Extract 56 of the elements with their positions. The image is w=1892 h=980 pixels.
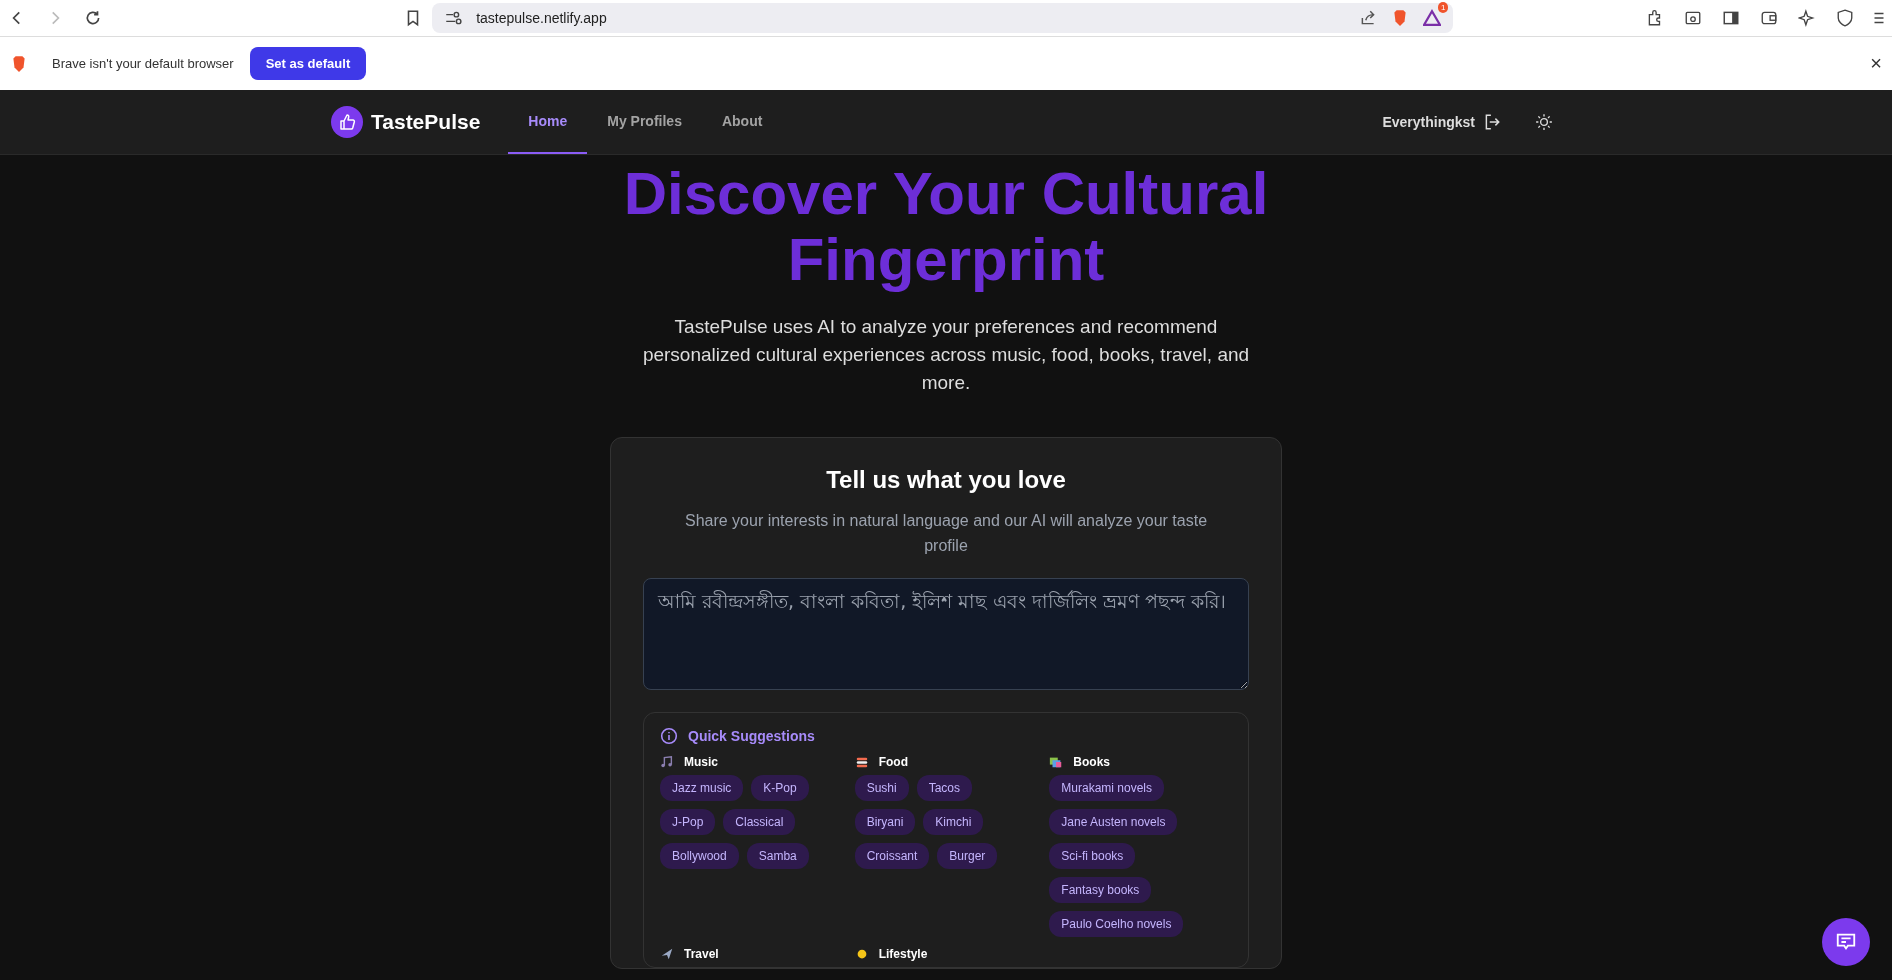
url-text: tastepulse.netlify.app	[476, 10, 607, 26]
suggestion-chip[interactable]: Sci-fi books	[1049, 843, 1136, 869]
category-title: Lifestyle	[878, 947, 928, 961]
user-name[interactable]: Everythingkst	[1382, 114, 1475, 130]
suggestions-title: Quick Suggestions	[688, 728, 815, 744]
category-title: Music	[684, 755, 718, 769]
suggestion-chip[interactable]: J-Pop	[660, 809, 716, 835]
chat-button[interactable]	[1822, 918, 1870, 966]
category-title: Books	[1073, 755, 1110, 769]
suggestion-chip[interactable]: Biryani	[854, 809, 916, 835]
sun-icon[interactable]	[1535, 113, 1553, 131]
card-title: Tell us what you love	[826, 466, 1066, 494]
thumbs-up-logo-icon[interactable]	[331, 106, 363, 138]
wallet-icon[interactable]	[1760, 9, 1778, 27]
suggestion-chip[interactable]: Bollywood	[660, 843, 739, 869]
suggestion-chip[interactable]: Sushi	[854, 775, 909, 801]
nav-link[interactable]: Home	[508, 90, 588, 154]
sparkle-icon[interactable]	[1798, 9, 1816, 27]
brand-name[interactable]: TastePulse	[371, 110, 481, 134]
window-search-icon[interactable]	[1684, 9, 1702, 27]
suggestion-chip[interactable]: K-Pop	[751, 775, 809, 801]
nav-link[interactable]: My Profiles	[587, 90, 702, 154]
suggestion-chip[interactable]: Kimchi	[923, 809, 984, 835]
logout-icon[interactable]	[1483, 113, 1501, 131]
site-settings-icon[interactable]	[444, 9, 463, 27]
hero-subtitle: TastePulse uses AI to analyze your preferences and recommend personalized cultural experiences across music, food, books, travel, and more.	[641, 315, 1251, 395]
notification-badge: 1	[1438, 2, 1449, 13]
suggestion-chip[interactable]: Jane Austen novels	[1049, 809, 1178, 835]
sidebar-icon[interactable]	[1722, 9, 1740, 27]
music-note-icon	[660, 755, 674, 769]
suggestion-chip[interactable]: Burger	[937, 843, 998, 869]
nav-link[interactable]: About	[701, 90, 783, 154]
suggestion-chip[interactable]: Murakami novels	[1049, 775, 1165, 801]
sushi-icon	[854, 755, 869, 769]
category-title: Food	[878, 755, 908, 769]
close-button[interactable]: ×	[1870, 52, 1882, 75]
suggestion-chip[interactable]: Samba	[746, 843, 809, 869]
suggestion-chip[interactable]: Tacos	[916, 775, 973, 801]
suggestion-chip[interactable]: Classical	[723, 809, 796, 835]
suggestion-chip[interactable]: Fantasy books	[1049, 877, 1152, 903]
shield-icon[interactable]	[1836, 9, 1854, 27]
triangle-icon[interactable]	[1423, 9, 1442, 27]
category-title: Travel	[684, 947, 719, 961]
suggestion-chip[interactable]: Paulo Coelho novels	[1049, 911, 1184, 937]
hero-title: Discover Your Cultural Fingerprint	[622, 161, 1270, 293]
suggestion-chip[interactable]: Croissant	[854, 843, 930, 869]
reload-icon[interactable]	[84, 9, 102, 27]
card-description: Share your interests in natural language and our AI will analyze your taste profile	[683, 511, 1209, 556]
interests-input-field[interactable]: আমি রবীন্দ্রসঙ্গীত, বাংলা কবিতা, ইলিশ মাছ এবং দার্জিলিং ভ্রমণ পছন্দ করি।	[643, 578, 1249, 690]
share-icon[interactable]	[1359, 9, 1378, 27]
books-icon	[1049, 755, 1064, 769]
info-icon	[660, 727, 678, 745]
suggestion-chip[interactable]: Jazz music	[660, 775, 744, 801]
set-default-button[interactable]: Set as default	[249, 47, 367, 80]
address-bar[interactable]: tastepulse.netlify.app 1	[432, 3, 1454, 33]
infobar-message: Brave isn't your default browser	[52, 56, 234, 71]
